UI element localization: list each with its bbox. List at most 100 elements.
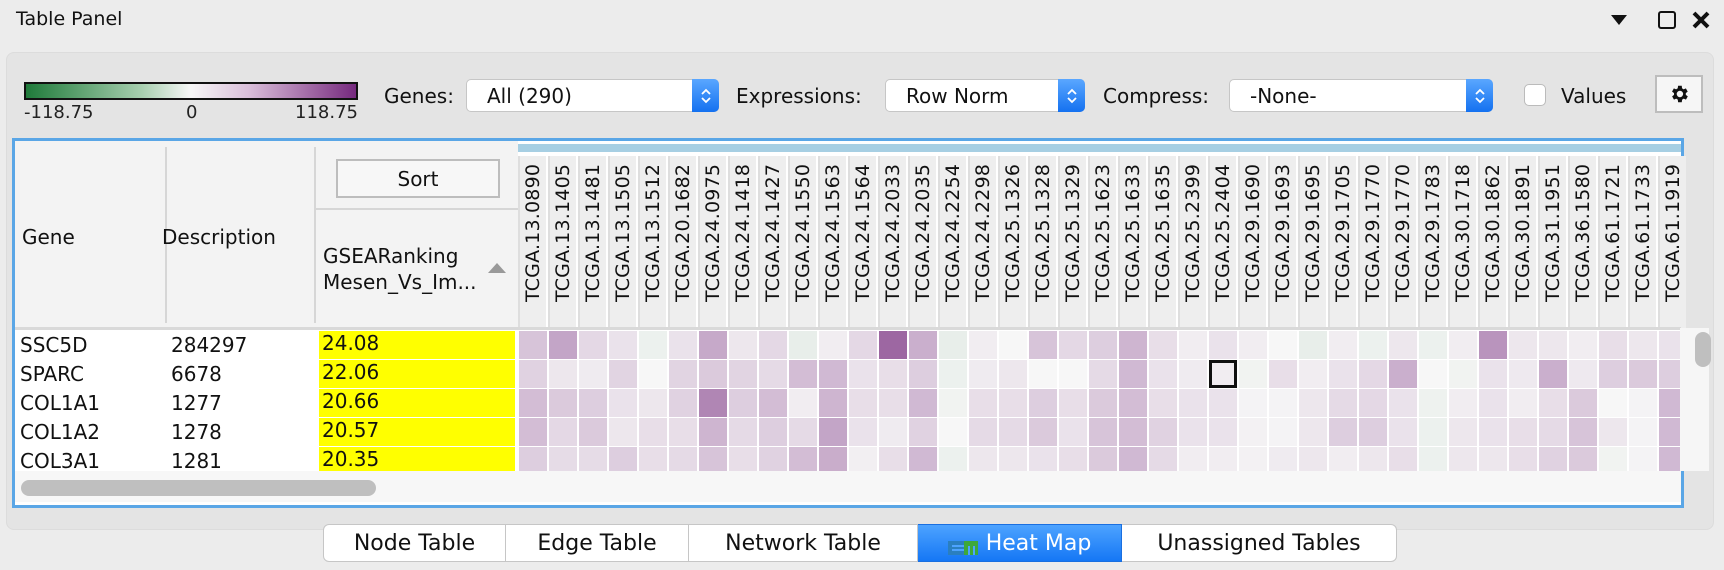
sample-column-header[interactable]: TCGA.25.2399 xyxy=(1178,156,1206,328)
heatmap-cell[interactable] xyxy=(1119,389,1147,417)
heatmap-cell[interactable] xyxy=(729,447,757,471)
heatmap-cell[interactable] xyxy=(1059,447,1087,471)
sort-button[interactable]: Sort xyxy=(336,159,500,198)
heatmap-cell[interactable] xyxy=(1269,418,1297,446)
heatmap-cell[interactable] xyxy=(1389,447,1417,471)
heatmap-cell[interactable] xyxy=(1329,331,1357,359)
heatmap-cell[interactable] xyxy=(1539,418,1567,446)
heatmap-cell[interactable] xyxy=(669,360,697,388)
heatmap-cell[interactable] xyxy=(1239,418,1267,446)
heatmap-cell[interactable] xyxy=(1509,389,1537,417)
heatmap-cell[interactable] xyxy=(1509,360,1537,388)
heatmap-cell[interactable] xyxy=(1629,389,1657,417)
heatmap-cell[interactable] xyxy=(759,331,787,359)
heatmap-cell[interactable] xyxy=(1569,447,1597,471)
table-row[interactable]: COL1A1 1277 20.66 xyxy=(15,388,518,418)
heatmap-cell[interactable] xyxy=(1239,360,1267,388)
sample-column-header[interactable]: TCGA.24.2033 xyxy=(878,156,906,328)
heatmap-cell[interactable] xyxy=(1629,360,1657,388)
sample-column-header[interactable]: TCGA.31.1951 xyxy=(1538,156,1566,328)
heatmap-cell[interactable] xyxy=(699,360,727,388)
heatmap-cell[interactable] xyxy=(1599,447,1627,471)
heatmap-cell[interactable] xyxy=(1239,389,1267,417)
heatmap-cell[interactable] xyxy=(1539,331,1567,359)
sample-column-header[interactable]: TCGA.25.1329 xyxy=(1058,156,1086,328)
expressions-select[interactable]: Row Norm xyxy=(885,79,1085,112)
heatmap-cell[interactable] xyxy=(579,389,607,417)
heatmap-cell[interactable] xyxy=(1329,360,1357,388)
sample-column-header[interactable]: TCGA.29.1783 xyxy=(1418,156,1446,328)
heatmap-cell[interactable] xyxy=(849,418,877,446)
heatmap-cell[interactable] xyxy=(519,389,547,417)
description-cell[interactable]: 1278 xyxy=(171,420,222,444)
heatmap-cell[interactable] xyxy=(1389,360,1417,388)
heatmap-cell[interactable] xyxy=(1569,331,1597,359)
heatmap-cell[interactable] xyxy=(1149,360,1177,388)
description-cell[interactable]: 6678 xyxy=(171,362,222,386)
sample-column-header[interactable]: TCGA.24.0975 xyxy=(698,156,726,328)
heatmap-cell[interactable] xyxy=(1089,360,1117,388)
heatmap-cell[interactable] xyxy=(1629,331,1657,359)
heatmap-cell[interactable] xyxy=(1359,360,1387,388)
sample-column-header[interactable]: TCGA.29.1770 xyxy=(1388,156,1416,328)
heatmap-cell[interactable] xyxy=(819,331,847,359)
heatmap-cell[interactable] xyxy=(1269,360,1297,388)
heatmap-cell[interactable] xyxy=(819,418,847,446)
heatmap-cell[interactable] xyxy=(1299,418,1327,446)
sample-column-header[interactable]: TCGA.13.1512 xyxy=(638,156,666,328)
gene-cell[interactable]: SPARC xyxy=(20,362,84,386)
gene-cell[interactable]: COL1A1 xyxy=(20,391,100,415)
heatmap-cell[interactable] xyxy=(1179,360,1207,388)
sample-column-header[interactable]: TCGA.30.1718 xyxy=(1448,156,1476,328)
heatmap-cell[interactable] xyxy=(879,331,907,359)
heatmap-cell[interactable] xyxy=(1269,389,1297,417)
sample-column-header[interactable]: TCGA.24.1563 xyxy=(818,156,846,328)
heatmap-cell[interactable] xyxy=(1089,389,1117,417)
heatmap-cell[interactable] xyxy=(1479,389,1507,417)
sample-column-header[interactable]: TCGA.61.1733 xyxy=(1628,156,1656,328)
heatmap-cell[interactable] xyxy=(1179,389,1207,417)
heatmap-cell[interactable] xyxy=(609,418,637,446)
heatmap-cell[interactable] xyxy=(879,418,907,446)
heatmap-cell[interactable] xyxy=(729,418,757,446)
heatmap-cell[interactable] xyxy=(909,418,937,446)
heatmap-cell[interactable] xyxy=(789,447,817,471)
heatmap-cell[interactable] xyxy=(1419,331,1447,359)
heatmap-cell[interactable] xyxy=(1119,331,1147,359)
heatmap-cell[interactable] xyxy=(1059,360,1087,388)
heatmap-cell[interactable] xyxy=(1089,418,1117,446)
heatmap-cell[interactable] xyxy=(1209,389,1237,417)
sample-column-header[interactable]: TCGA.25.1633 xyxy=(1118,156,1146,328)
heatmap-cell[interactable] xyxy=(819,360,847,388)
heatmap-cell[interactable] xyxy=(1299,389,1327,417)
sample-column-header[interactable]: TCGA.61.1919 xyxy=(1658,156,1686,328)
heatmap-cell[interactable] xyxy=(1359,447,1387,471)
tab-node-table[interactable]: Node Table xyxy=(323,524,506,562)
heatmap-cell[interactable] xyxy=(1509,331,1537,359)
settings-button[interactable] xyxy=(1655,75,1703,113)
heatmap-cell[interactable] xyxy=(549,418,577,446)
description-cell[interactable]: 284297 xyxy=(171,333,247,357)
heatmap-cell[interactable] xyxy=(939,447,967,471)
sample-column-header[interactable]: TCGA.24.1550 xyxy=(788,156,816,328)
heatmap-cell[interactable] xyxy=(789,389,817,417)
heatmap-cell[interactable] xyxy=(699,447,727,471)
heatmap-cell[interactable] xyxy=(1029,389,1057,417)
tab-unassigned-tables[interactable]: Unassigned Tables xyxy=(1122,524,1397,562)
heatmap-cell[interactable] xyxy=(999,418,1027,446)
sample-column-header[interactable]: TCGA.36.1580 xyxy=(1568,156,1596,328)
heatmap-cell[interactable] xyxy=(1149,447,1177,471)
heatmap-cell[interactable] xyxy=(1179,331,1207,359)
heatmap-cell[interactable] xyxy=(1389,418,1417,446)
heatmap-cell[interactable] xyxy=(1299,447,1327,471)
values-checkbox[interactable] xyxy=(1524,84,1546,106)
heatmap-cell[interactable] xyxy=(1599,360,1627,388)
heatmap-cell[interactable] xyxy=(1359,389,1387,417)
ranking-cell[interactable]: 20.57 xyxy=(319,418,515,446)
heatmap-cell[interactable] xyxy=(1179,447,1207,471)
heatmap-cell[interactable] xyxy=(519,360,547,388)
heatmap-cell[interactable] xyxy=(1629,447,1657,471)
heatmap-cell[interactable] xyxy=(639,418,667,446)
heatmap-cell[interactable] xyxy=(939,360,967,388)
heatmap-cell[interactable] xyxy=(1209,418,1237,446)
